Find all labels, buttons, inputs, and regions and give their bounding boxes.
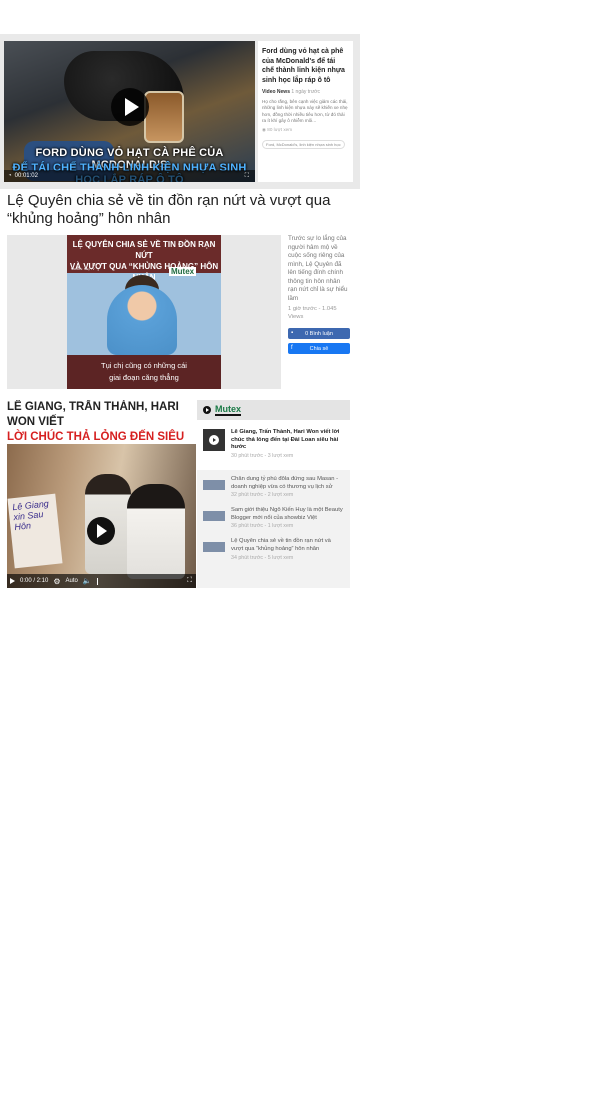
gear-icon[interactable]: ⚙ bbox=[53, 577, 60, 586]
playlist-item-meta: 34 phút trước - 5 lượt xem bbox=[231, 554, 294, 561]
featured-video-info: Ford dùng vỏ hạt cà phê của McDonald's đ… bbox=[258, 41, 353, 182]
source-name[interactable]: Video News bbox=[262, 89, 290, 95]
featured-video-player[interactable]: FORD DÙNG VỎ HẠT CÀ PHÊ CỦA MCDONALD'S Đ… bbox=[4, 41, 255, 182]
fullscreen-icon[interactable]: ⛶ bbox=[187, 577, 192, 585]
thumbnail-frame: LỆ QUYÊN CHIA SẺ VỀ TIN ĐỒN RẠN NỨT VÀ V… bbox=[67, 235, 221, 389]
video-frame-sign: Lê Giang xin Sau Hôn bbox=[7, 493, 63, 569]
playlist-item-thumbnail bbox=[203, 542, 225, 553]
featured-video-card: FORD DÙNG VỎ HẠT CÀ PHÊ CỦA MCDONALD'S Đ… bbox=[0, 34, 360, 189]
video-frame-person bbox=[127, 484, 185, 579]
video-playlist: Mutex Lê Giang, Trấn Thành, Hari Won viế… bbox=[197, 400, 350, 588]
thumbnail-brand-logo: Mutex bbox=[169, 267, 197, 276]
comment-icon: ▪ bbox=[291, 330, 294, 336]
thumbnail-source: NGUỒN: Stay TV bbox=[71, 267, 95, 271]
playlist-item[interactable]: Lệ Quyên chia sẻ về tin đồn rạn nứt và v… bbox=[197, 532, 350, 563]
featured-video-title[interactable]: Ford dùng vỏ hạt cà phê của McDonald's đ… bbox=[262, 47, 349, 85]
play-icon[interactable] bbox=[111, 88, 149, 126]
video-headline: LÊ GIANG, TRẤN THÀNH, HARI WON VIẾT LỜI … bbox=[7, 400, 196, 458]
video-scene-jar bbox=[144, 91, 184, 143]
thumbnail-subtitle: Tụi chị cũng có những cái giai đoạn căng… bbox=[67, 355, 221, 389]
video-time: 0:00 / 2:10 bbox=[20, 578, 49, 584]
playlist-brand[interactable]: Mutex bbox=[215, 404, 242, 416]
play-button-icon[interactable] bbox=[10, 578, 15, 584]
playlist-item[interactable]: Chân dung tỷ phú đôla đứng sau Masan - d… bbox=[197, 470, 350, 501]
playlist-item-thumbnail bbox=[203, 429, 225, 451]
playlist-item-title: Lệ Quyên chia sẻ về tin đồn rạn nứt và v… bbox=[231, 538, 331, 552]
video-headline-line1: LÊ GIANG, TRẤN THÀNH, HARI WON VIẾT bbox=[7, 401, 179, 428]
playlist-item-meta: 36 phút trước - 1 lượt xem bbox=[231, 523, 294, 530]
playlist-item-title: Chân dung tỷ phú đôla đứng sau Masan - d… bbox=[231, 476, 339, 490]
playlist-item-text: Sam giới thiệu Ngô Kiến Huy là một Beaut… bbox=[231, 507, 344, 529]
source-age: 1 ngày trước bbox=[291, 89, 320, 95]
play-icon bbox=[209, 435, 219, 445]
featured-video-tags[interactable]: Ford, McDonald's, linh kiện nhựa sinh họ… bbox=[262, 140, 345, 150]
playlist-item-title: Sam giới thiệu Ngô Kiến Huy là một Beaut… bbox=[231, 507, 343, 521]
playlist-header: Mutex bbox=[197, 400, 350, 420]
thumbnail-subtitle-line1: Tụi chị cũng có những cái bbox=[101, 361, 187, 370]
share-button[interactable]: f Chia sẻ bbox=[288, 343, 350, 354]
featured-video-source: Video News 1 ngày trước bbox=[262, 89, 349, 95]
play-icon[interactable] bbox=[87, 517, 115, 545]
quality-label[interactable]: Auto bbox=[66, 578, 78, 584]
video-frame[interactable]: Lê Giang xin Sau Hôn bbox=[7, 444, 196, 588]
thumbnail-headline-line1: LỆ QUYÊN CHIA SẺ VỀ TIN ĐỒN RẠN NỨT bbox=[72, 240, 216, 260]
video-control-bar[interactable]: ◔ 00:01:02 ⛶ bbox=[4, 170, 255, 182]
playlist-item-text: Lê Giang, Trấn Thành, Hari Won viết lời … bbox=[231, 429, 344, 467]
playlist-item[interactable]: Lê Giang, Trấn Thành, Hari Won viết lời … bbox=[197, 420, 350, 470]
clock-icon: ◔ bbox=[8, 173, 12, 179]
volume-icon[interactable]: 🔈 bbox=[83, 577, 92, 585]
article-meta: 1 giờ trước - 1.045 Views bbox=[288, 306, 337, 320]
playlist-item-thumbnail bbox=[203, 480, 225, 490]
video-control-bar[interactable]: 0:00 / 2:10 ⚙ Auto 🔈 ⛶ bbox=[7, 574, 196, 588]
playlist-item-text: Lệ Quyên chia sẻ về tin đồn rạn nứt và v… bbox=[231, 538, 344, 560]
featured-video-views: ◉ 80 lượt xem bbox=[262, 127, 349, 133]
article-title[interactable]: Lệ Quyên chia sẻ về tin đồn rạn nứt và v… bbox=[7, 192, 347, 228]
playlist-item[interactable]: Sam giới thiệu Ngô Kiến Huy là một Beaut… bbox=[197, 501, 350, 532]
featured-video-description: Họ cho rằng, bên cạnh việc giảm các thải… bbox=[262, 99, 348, 123]
thumbnail-person bbox=[107, 285, 177, 355]
fullscreen-icon[interactable]: ⛶ bbox=[245, 173, 249, 180]
video-time: 00:01:02 bbox=[14, 173, 38, 179]
facebook-icon: f bbox=[291, 345, 293, 351]
playlist-item-meta: 32 phút trước - 2 lượt xem bbox=[231, 492, 294, 499]
main-video-player[interactable]: LÊ GIANG, TRẤN THÀNH, HARI WON VIẾT LỜI … bbox=[7, 400, 196, 588]
thumbnail-subtitle-line2: giai đoạn căng thẳng bbox=[109, 373, 179, 382]
share-button-label: Chia sẻ bbox=[309, 345, 329, 352]
article-thumbnail[interactable]: LỆ QUYÊN CHIA SẺ VỀ TIN ĐỒN RẠN NỨT VÀ V… bbox=[7, 235, 281, 389]
volume-slider[interactable] bbox=[96, 577, 98, 585]
views-count: 80 lượt xem bbox=[267, 127, 293, 133]
playlist-item-meta: 30 phút trước - 3 lượt xem bbox=[231, 452, 294, 459]
playlist-item-text: Chân dung tỷ phú đôla đứng sau Masan - d… bbox=[231, 476, 344, 498]
playlist-item-thumbnail bbox=[203, 511, 225, 522]
playlist-item-title: Lê Giang, Trấn Thành, Hari Won viết lời … bbox=[231, 429, 340, 451]
comment-button[interactable]: ▪ 0 Bình luận bbox=[288, 328, 350, 339]
eye-icon: ◉ bbox=[262, 127, 267, 133]
comment-button-label: 0 Bình luận bbox=[305, 330, 333, 337]
article-description: Trước sự lo lắng của người hâm mộ về cuộ… bbox=[288, 235, 348, 302]
play-icon bbox=[203, 406, 211, 414]
article-sidebar: Trước sự lo lắng của người hâm mộ về cuộ… bbox=[288, 235, 350, 354]
